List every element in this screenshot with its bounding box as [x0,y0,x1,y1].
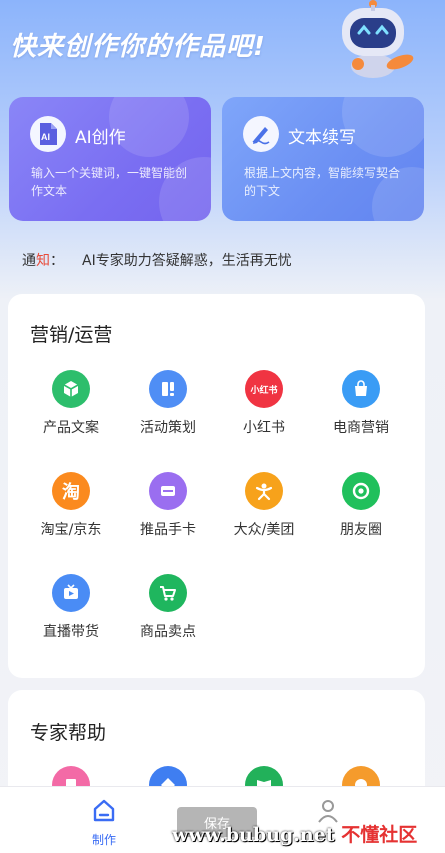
moments-icon [342,472,380,510]
watermark: www.bubug.net 不懂社区 [172,820,417,847]
dianping-icon [245,472,283,510]
feature-item[interactable]: 电商营销 [313,370,409,437]
feature-cards: AI AI创作 输入一个关键词，一键智能创作文本 文本续写 根据上文内容，智能续… [9,97,425,221]
notice-colon: ： [50,253,64,269]
grid-item-label: 推品手卡 [140,522,196,538]
notice-label-a: 通 [22,253,36,269]
ai-create-title: AI创作 [75,128,126,148]
pen-icon [243,116,279,152]
feature-item[interactable]: 小红书 小红书 [216,370,312,437]
text-continue-title: 文本续写 [288,128,356,148]
experts-title: 专家帮助 [30,722,107,744]
tab-make[interactable]: 制作 [74,797,134,848]
feature-item[interactable]: 活动策划 [120,370,216,437]
ai-create-desc: 输入一个关键词，一键智能创作文本 [31,166,188,198]
grid-item-label: 电商营销 [333,420,389,436]
robot-mascot-icon [342,0,414,78]
card-icon [149,472,187,510]
marketing-title: 营销/运营 [30,324,113,346]
text-continue-desc: 根据上文内容，智能续写契合的下文 [244,166,401,198]
plan-icon [149,370,187,408]
make-icon [93,799,115,822]
taobao-icon: 淘 [52,472,90,510]
watermark-url: www.bubug.net [172,824,335,846]
xiaohongshu-icon: 小红书 [245,370,283,408]
feature-item[interactable]: 产品文案 [23,370,119,437]
feature-item[interactable]: 商品卖点 [120,574,216,641]
grid-item-label: 朋友圈 [340,522,382,538]
grid-item-label: 小红书 [243,420,285,436]
tab-make-label: 制作 [91,833,116,847]
feature-item[interactable]: 推品手卡 [120,472,216,539]
svg-text:AI: AI [41,132,50,142]
watermark-brand: 不懂社区 [341,824,418,846]
cube-icon [52,370,90,408]
feature-item[interactable]: 直播带货 [23,574,119,641]
feature-item[interactable]: 大众/美团 [216,472,312,539]
ai-doc-icon: AI [30,116,66,152]
grid-item-label: 商品卖点 [140,624,196,640]
notice-label-b: 知 [36,253,50,269]
grid-item-label: 淘宝/京东 [40,522,102,538]
grid-item-label: 活动策划 [140,420,196,436]
shopping-bag-icon [342,370,380,408]
grid-item-label: 大众/美团 [233,522,295,538]
notice-text: AI专家助力答疑解惑，生活再无忧 [82,253,292,269]
notice-bar[interactable]: 通 知 ： AI专家助力答疑解惑，生活再无忧 [22,250,292,270]
text-continue-card[interactable]: 文本续写 根据上文内容，智能续写契合的下文 [222,97,424,221]
grid-item-label: 直播带货 [43,624,99,640]
ai-create-card[interactable]: AI AI创作 输入一个关键词，一键智能创作文本 [9,97,211,221]
tv-icon [52,574,90,612]
page-title: 快来创作你的作品吧! [10,32,266,62]
cart-icon [149,574,187,612]
feature-item[interactable]: 朋友圈 [313,472,409,539]
feature-item[interactable]: 淘淘宝/京东 [23,472,119,539]
grid-item-label: 产品文案 [43,420,99,436]
marketing-panel: 营销/运营 产品文案 活动策划 小红书 小红书 电商营销淘淘宝/京东 推品手卡 大众/美团朋… [8,294,425,678]
